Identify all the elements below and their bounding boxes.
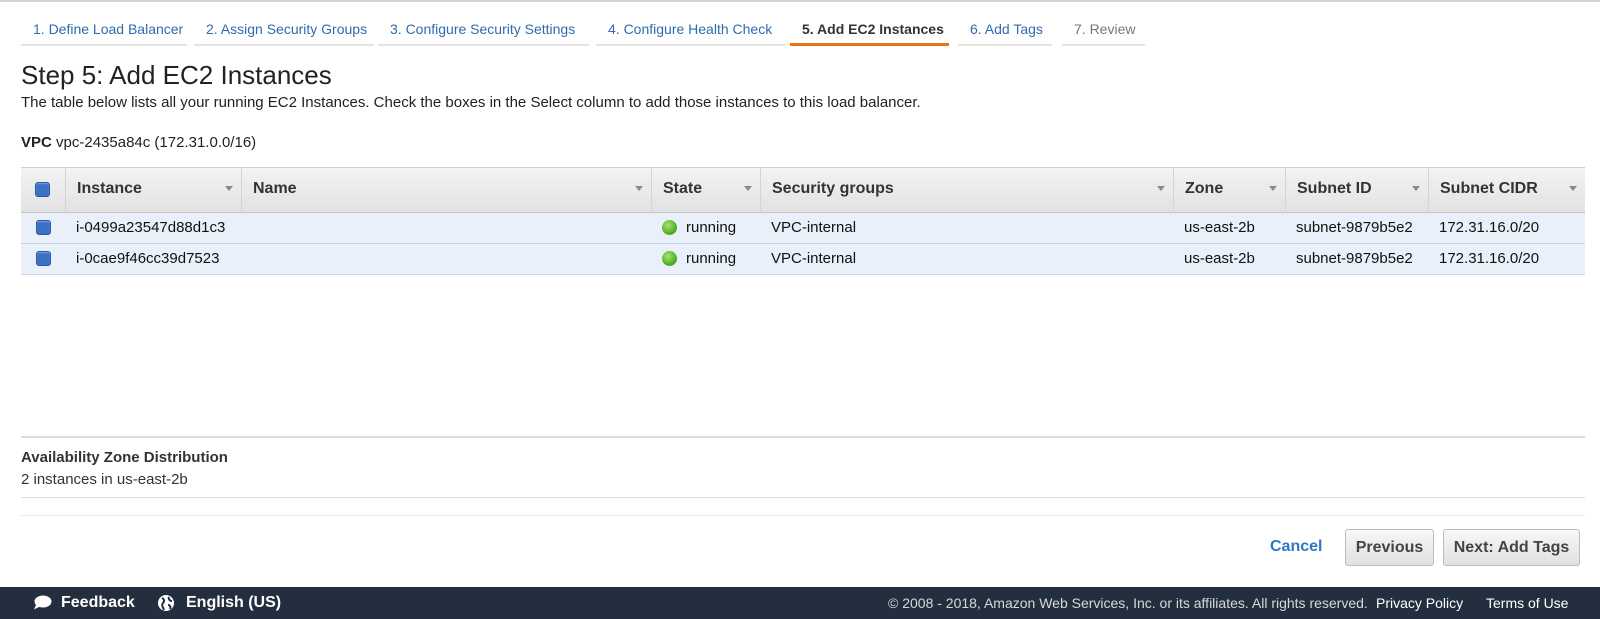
tab-configure-health-check[interactable]: 4. Configure Health Check bbox=[596, 14, 785, 46]
cell-subnet-cidr: 172.31.16.0/20 bbox=[1439, 219, 1540, 236]
cell-name bbox=[241, 213, 252, 243]
az-distribution-title: Availability Zone Distribution bbox=[21, 449, 228, 466]
column-header-label: Instance bbox=[77, 180, 142, 197]
sort-arrow-icon[interactable] bbox=[1569, 186, 1577, 191]
sort-arrow-icon[interactable] bbox=[635, 186, 643, 191]
cell-zone: us-east-2b bbox=[1184, 250, 1255, 267]
column-header-label: Subnet CIDR bbox=[1440, 180, 1538, 197]
column-header-label: Subnet ID bbox=[1297, 180, 1372, 197]
cell-subnet-id: subnet-9879b5e2 bbox=[1296, 250, 1413, 267]
column-header-subnet-cidr[interactable]: Subnet CIDR bbox=[1428, 168, 1585, 213]
feedback-speech-bubble-icon[interactable] bbox=[33, 595, 52, 610]
state-text: running bbox=[686, 250, 737, 267]
page-title: Step 5: Add EC2 Instances bbox=[21, 60, 332, 90]
select-all-checkbox[interactable] bbox=[35, 182, 50, 197]
column-header-label: Zone bbox=[1185, 180, 1224, 197]
sort-arrow-icon[interactable] bbox=[1412, 186, 1420, 191]
column-header-zone[interactable]: Zone bbox=[1173, 168, 1285, 213]
globe-icon[interactable] bbox=[157, 594, 175, 612]
select-column-header bbox=[21, 168, 65, 213]
section-divider bbox=[21, 497, 1585, 498]
vpc-value: vpc-2435a84c (172.31.0.0/16) bbox=[56, 134, 257, 151]
cell-subnet-id: subnet-9879b5e2 bbox=[1296, 219, 1413, 236]
column-header-label: Security groups bbox=[772, 180, 894, 197]
tab-add-ec2-instances[interactable]: 5. Add EC2 Instances bbox=[790, 14, 949, 46]
column-header-subnet-id[interactable]: Subnet ID bbox=[1285, 168, 1428, 213]
page-description: The table below lists all your running E… bbox=[21, 94, 921, 111]
sort-arrow-icon[interactable] bbox=[225, 186, 233, 191]
column-header-label: State bbox=[663, 180, 703, 197]
tab-assign-security-groups[interactable]: 2. Assign Security Groups bbox=[194, 14, 374, 46]
sort-arrow-icon[interactable] bbox=[744, 186, 752, 191]
tab-configure-security-settings[interactable]: 3. Configure Security Settings bbox=[378, 14, 589, 46]
top-border bbox=[0, 0, 1600, 2]
language-selector[interactable]: English (US) bbox=[186, 587, 281, 619]
cell-state: running bbox=[651, 244, 736, 274]
sort-arrow-icon[interactable] bbox=[1269, 186, 1277, 191]
state-text: running bbox=[686, 219, 737, 236]
tab-add-tags[interactable]: 6. Add Tags bbox=[958, 14, 1052, 46]
console-footer: Feedback English (US) © 2008 - 2018, Ama… bbox=[0, 587, 1600, 619]
cancel-button[interactable]: Cancel bbox=[1270, 529, 1322, 565]
privacy-policy-link[interactable]: Privacy Policy bbox=[1376, 587, 1463, 619]
table-header: Instance Name State Security groups Zone… bbox=[21, 167, 1585, 213]
column-header-name[interactable]: Name bbox=[241, 168, 651, 213]
section-divider bbox=[21, 515, 1585, 516]
tab-review[interactable]: 7. Review bbox=[1062, 14, 1145, 46]
row-select-checkbox[interactable] bbox=[36, 220, 51, 235]
cell-state: running bbox=[651, 213, 736, 243]
tab-define-load-balancer[interactable]: 1. Define Load Balancer bbox=[21, 14, 187, 46]
cell-name bbox=[241, 244, 252, 274]
column-header-security-groups[interactable]: Security groups bbox=[760, 168, 1173, 213]
instances-table: Instance Name State Security groups Zone… bbox=[21, 167, 1585, 275]
terms-of-use-link[interactable]: Terms of Use bbox=[1486, 587, 1568, 619]
table-row[interactable]: i-0499a23547d88d1c3 running VPC-internal… bbox=[21, 213, 1585, 244]
running-status-icon bbox=[662, 220, 677, 235]
previous-button[interactable]: Previous bbox=[1345, 529, 1434, 566]
next-add-tags-button[interactable]: Next: Add Tags bbox=[1443, 529, 1580, 566]
copyright-text: © 2008 - 2018, Amazon Web Services, Inc.… bbox=[888, 595, 1368, 611]
vpc-info: VPC vpc-2435a84c (172.31.0.0/16) bbox=[21, 134, 256, 151]
az-distribution-text: 2 instances in us-east-2b bbox=[21, 471, 188, 488]
vpc-label: VPC bbox=[21, 134, 52, 151]
cell-security-groups: VPC-internal bbox=[771, 250, 857, 267]
column-header-state[interactable]: State bbox=[651, 168, 760, 213]
sort-arrow-icon[interactable] bbox=[1157, 186, 1165, 191]
section-divider bbox=[21, 436, 1585, 438]
cell-instance: i-0cae9f46cc39d7523 bbox=[76, 250, 220, 267]
cell-zone: us-east-2b bbox=[1184, 219, 1255, 236]
table-row[interactable]: i-0cae9f46cc39d7523 running VPC-internal… bbox=[21, 244, 1585, 275]
cell-instance: i-0499a23547d88d1c3 bbox=[76, 219, 226, 236]
column-header-instance[interactable]: Instance bbox=[65, 168, 241, 213]
cell-security-groups: VPC-internal bbox=[771, 219, 857, 236]
feedback-link[interactable]: Feedback bbox=[61, 587, 135, 619]
row-select-checkbox[interactable] bbox=[36, 251, 51, 266]
column-header-label: Name bbox=[253, 180, 297, 197]
running-status-icon bbox=[662, 251, 677, 266]
cell-subnet-cidr: 172.31.16.0/20 bbox=[1439, 250, 1540, 267]
